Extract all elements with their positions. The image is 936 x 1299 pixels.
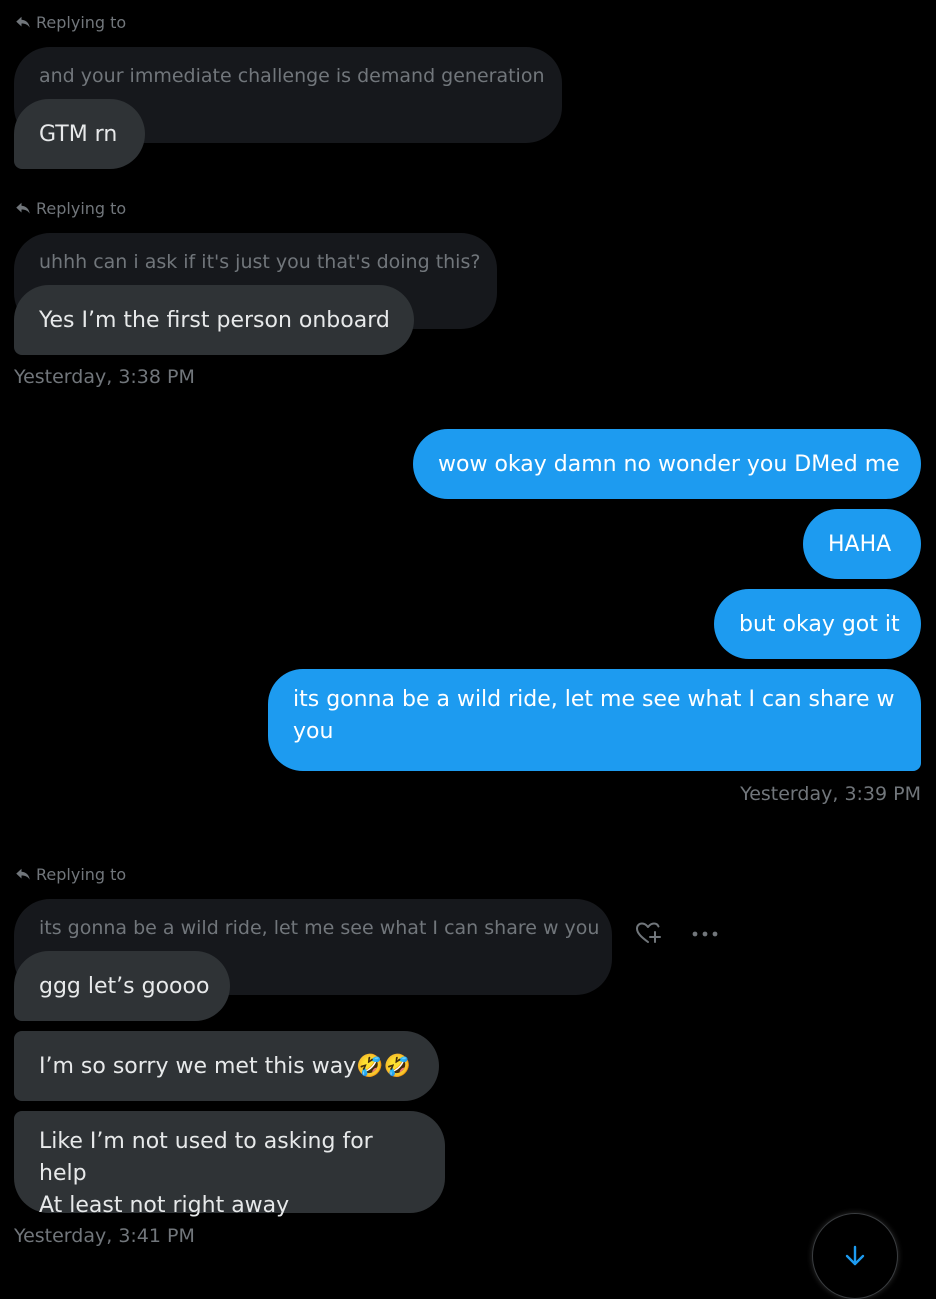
sent-message[interactable]: HAHA [803, 509, 921, 579]
message-timestamp: Yesterday, 3:39 PM [740, 783, 921, 805]
rolling-laughing-emoji: 🤣🤣 [356, 1053, 411, 1079]
received-message[interactable]: Like I’m not used to asking for help At … [14, 1111, 445, 1218]
sent-message[interactable]: its gonna be a wild ride, let me see wha… [268, 669, 921, 771]
received-message[interactable]: I’m so sorry we met this way 🤣🤣 [14, 1031, 439, 1101]
message-timestamp: Yesterday, 3:38 PM [14, 366, 195, 388]
arrow-down-icon [845, 1245, 865, 1266]
message-timestamp: Yesterday, 3:41 PM [14, 1225, 195, 1247]
received-message[interactable]: Yes I’m the first person onboard [14, 285, 414, 355]
reply-arrow-icon [16, 16, 30, 28]
more-icon[interactable] [691, 924, 719, 944]
received-message[interactable]: ggg let’s goooo [14, 951, 230, 1021]
received-message[interactable]: GTM rn [14, 99, 145, 169]
sent-message[interactable]: wow okay damn no wonder you DMed me [413, 429, 921, 499]
replying-to-label: Replying to [14, 198, 126, 218]
heart-plus-icon[interactable] [634, 919, 662, 947]
replying-to-label: Replying to [14, 12, 126, 32]
reply-arrow-icon [16, 868, 30, 880]
reply-arrow-icon [16, 202, 30, 214]
replying-to-label: Replying to [14, 864, 126, 884]
sent-message[interactable]: but okay got it [714, 589, 921, 659]
scroll-to-bottom-button[interactable] [812, 1213, 898, 1299]
